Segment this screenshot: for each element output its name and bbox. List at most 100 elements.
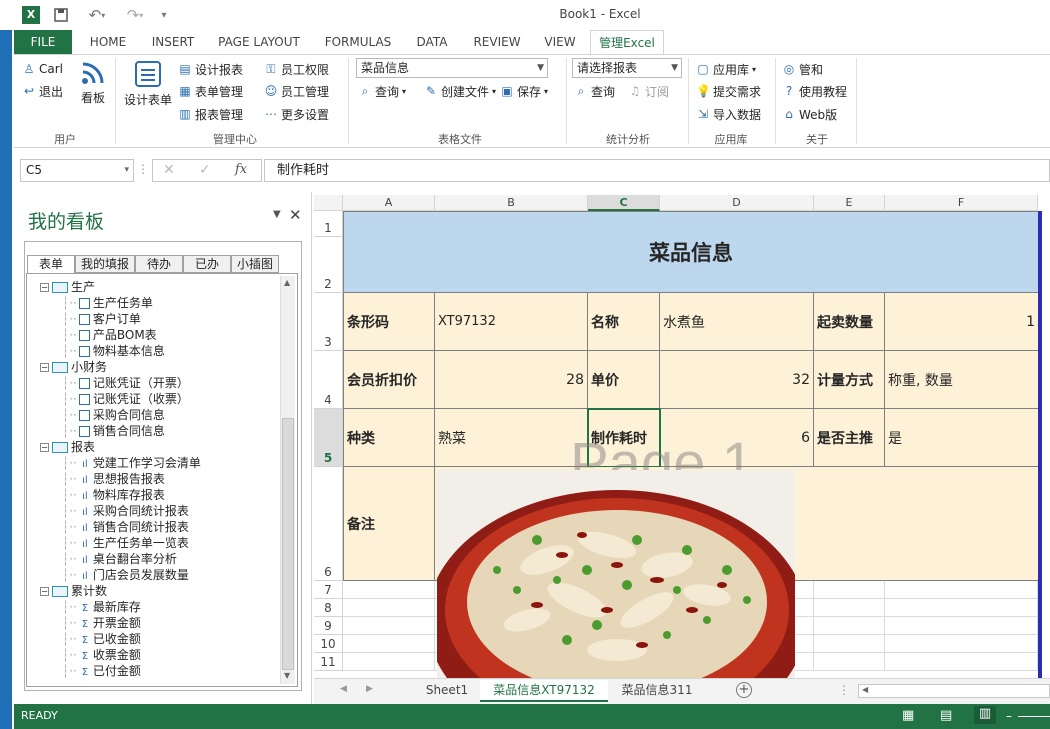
row-header-9[interactable]: 9 <box>314 617 343 635</box>
col-header-e[interactable]: E <box>814 195 885 211</box>
report-mgmt-button[interactable]: ▥ 报表管理 <box>178 104 243 124</box>
grid-cell[interactable] <box>343 581 435 599</box>
grid-cell[interactable] <box>885 653 1038 671</box>
tab-insert[interactable]: INSERT <box>144 30 202 54</box>
collapse-icon[interactable]: − <box>40 443 49 452</box>
tree-item[interactable]: ┆·· 采购合同信息 <box>62 407 165 423</box>
tree-item[interactable]: ┆·· ıl 门店会员发展数量 <box>62 567 189 583</box>
tree-item[interactable]: ┆·· ıl 销售合同统计报表 <box>62 519 189 535</box>
zoom-out-icon[interactable]: – <box>1006 709 1012 723</box>
tab-formulas[interactable]: FORMULAS <box>316 30 400 54</box>
main-label-cell[interactable]: 是否主推 <box>814 409 885 467</box>
discount-cell[interactable]: 28 <box>435 351 588 409</box>
horizontal-scrollbar[interactable]: ◀ <box>858 684 1050 698</box>
tree-item[interactable]: ┆·· ıl 采购合同统计报表 <box>62 503 189 519</box>
name-label-cell[interactable]: 名称 <box>588 293 660 351</box>
tree-item[interactable]: ┆·· ıl 党建工作学习会清单 <box>62 455 201 471</box>
collapse-icon[interactable]: − <box>40 587 49 596</box>
tab-data[interactable]: DATA <box>406 30 458 54</box>
board-button[interactable]: 看板 <box>76 60 110 112</box>
dish-photo[interactable] <box>437 470 795 678</box>
col-header-b[interactable]: B <box>435 195 588 211</box>
sheet-tab-2[interactable]: 菜品信息XT97132 <box>480 680 608 702</box>
tab-review[interactable]: REVIEW <box>466 30 528 54</box>
tab-page-layout[interactable]: PAGE LAYOUT <box>210 30 308 54</box>
enter-icon[interactable]: ✓ <box>199 162 211 178</box>
grid-cell[interactable] <box>885 617 1038 635</box>
measure-cell[interactable]: 称重, 数量 <box>885 351 1039 409</box>
grid-cell[interactable] <box>814 599 885 617</box>
pane-tab-forms[interactable]: 表单 <box>27 255 75 274</box>
table-select[interactable]: 菜品信息 ▼ <box>356 58 548 78</box>
design-report-button[interactable]: ▤ 设计报表 <box>178 59 243 79</box>
min-qty-label-cell[interactable]: 起卖数量 <box>814 293 885 351</box>
import-data-button[interactable]: ⇲ 导入数据 <box>696 104 761 124</box>
name-box[interactable]: C5 ▾ <box>20 159 134 182</box>
grid-cell[interactable] <box>885 635 1038 653</box>
tree-item[interactable]: ┆·· 物料基本信息 <box>62 343 165 359</box>
tab-view[interactable]: VIEW <box>536 30 584 54</box>
pane-options-icon[interactable]: ▼ <box>273 209 281 220</box>
page-layout-view-icon[interactable]: ▤ <box>940 708 952 723</box>
tree-item[interactable]: ┆·· Σ 已收金额 <box>62 631 141 647</box>
sheet-tab-1[interactable]: Sheet1 <box>418 680 476 702</box>
tree-item[interactable]: ┆·· Σ 最新库存 <box>62 599 141 615</box>
collapse-icon[interactable]: − <box>40 363 49 372</box>
pane-tab-widgets[interactable]: 小插图 <box>231 255 279 273</box>
split-handle-icon[interactable]: ⋮ <box>838 683 850 697</box>
row-header-6[interactable]: 6 <box>314 467 343 581</box>
tree-item[interactable]: ┆·· 记账凭证（开票） <box>62 375 189 391</box>
price-label-cell[interactable]: 单价 <box>588 351 660 409</box>
tree-item[interactable]: ┆·· ıl 生产任务单一览表 <box>62 535 189 551</box>
home-about-button[interactable]: ◎ 管和 <box>782 59 823 79</box>
tree-item[interactable]: ┆·· ıl 物料库存报表 <box>62 487 165 503</box>
tree-item[interactable]: ┆·· 生产任务单 <box>62 295 153 311</box>
col-header-d[interactable]: D <box>660 195 814 211</box>
tree-item[interactable]: ┆·· ıl 思想报告报表 <box>62 471 165 487</box>
grid-cell[interactable] <box>814 635 885 653</box>
tab-manage-excel[interactable]: 管理Excel <box>590 30 664 55</box>
pane-tab-done[interactable]: 已办 <box>183 255 231 273</box>
barcode-label-cell[interactable]: 条形码 <box>343 293 435 351</box>
fx-icon[interactable]: fx <box>235 162 247 177</box>
grid-cell[interactable] <box>814 653 885 671</box>
form-title-cell[interactable]: 菜品信息 <box>343 211 1039 293</box>
grid-cell[interactable] <box>343 617 435 635</box>
tab-home[interactable]: HOME <box>80 30 136 54</box>
discount-label-cell[interactable]: 会员折扣价 <box>343 351 435 409</box>
main-cell[interactable]: 是 <box>885 409 1039 467</box>
next-sheet-icon[interactable]: ▶ <box>366 684 373 694</box>
col-header-f[interactable]: F <box>885 195 1038 211</box>
tree-scrollbar[interactable]: ▲ ▼ <box>280 276 295 684</box>
tree-group[interactable]: − 累计数 <box>40 583 107 599</box>
note-label-cell[interactable]: 备注 <box>343 467 435 581</box>
pane-tab-todo[interactable]: 待办 <box>135 255 183 273</box>
scroll-up-icon[interactable]: ▲ <box>284 278 290 287</box>
tree-item[interactable]: ┆·· 记账凭证（收票） <box>62 391 189 407</box>
cancel-icon[interactable]: ✕ <box>163 162 175 178</box>
tab-file[interactable]: FILE <box>14 30 72 54</box>
row-header-2[interactable]: 2 <box>314 237 343 293</box>
tree-group[interactable]: − 小财务 <box>40 359 107 375</box>
save-button[interactable]: ▣ 保存 ▾ <box>500 81 548 101</box>
grid-cell[interactable] <box>343 599 435 617</box>
grid-cell[interactable] <box>814 581 885 599</box>
row-header-1[interactable]: 1 <box>314 211 343 237</box>
scroll-thumb[interactable] <box>282 418 294 670</box>
table-query-button[interactable]: ⌕ 查询 ▾ <box>358 81 406 101</box>
tree-item[interactable]: ┆·· 销售合同信息 <box>62 423 165 439</box>
col-header-c[interactable]: C <box>588 195 660 211</box>
scroll-down-icon[interactable]: ▼ <box>284 671 290 680</box>
normal-view-icon[interactable]: ▦ <box>902 708 914 723</box>
tree-group[interactable]: − 报表 <box>40 439 95 455</box>
row-header-3[interactable]: 3 <box>314 293 343 351</box>
submit-req-button[interactable]: 💡 提交需求 <box>696 81 761 101</box>
design-form-button[interactable]: 设计表单 <box>122 60 174 114</box>
drag-handle-icon[interactable]: ⋮ <box>137 162 149 176</box>
save-icon[interactable] <box>52 6 70 24</box>
user-button[interactable]: ♙ Carl <box>22 59 63 79</box>
close-icon[interactable]: ✕ <box>289 206 302 224</box>
grid-cell[interactable] <box>814 617 885 635</box>
min-qty-cell[interactable]: 1 <box>885 293 1039 351</box>
collapse-icon[interactable]: − <box>40 283 49 292</box>
